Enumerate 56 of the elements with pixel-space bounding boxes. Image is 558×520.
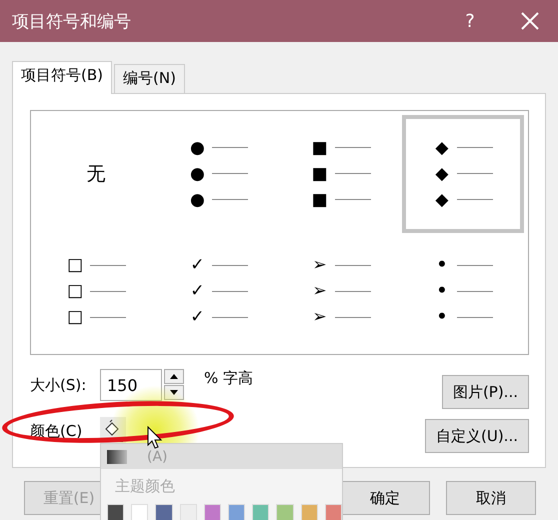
color-swatch[interactable] <box>252 504 270 520</box>
dialog-button[interactable]: 取消 <box>446 481 536 515</box>
size-label: 大小(S): <box>30 376 88 394</box>
tab[interactable]: 编号(N) <box>114 64 185 93</box>
tab[interactable]: 项目符号(B) <box>12 61 112 94</box>
bullet-symbol: ✓ <box>189 281 206 302</box>
color-swatch[interactable] <box>204 504 222 520</box>
bullet-option[interactable]: ■ ■ ■ <box>280 115 402 232</box>
bullet-option[interactable]: ➢ ➢ ➢ <box>280 232 402 350</box>
bullet-symbol: ● <box>188 138 206 158</box>
bullet-option[interactable]: ● ● ● <box>157 115 280 232</box>
side-button[interactable]: 自定义(U)... <box>425 419 529 453</box>
color-swatch[interactable] <box>300 504 318 520</box>
window-title: 项目符号和编号 <box>12 10 132 32</box>
bullet-symbol: ● <box>188 164 206 184</box>
up-icon <box>170 374 178 379</box>
bullet-symbol: ◆ <box>434 138 450 158</box>
bullet-symbol: • <box>435 307 448 328</box>
bullet-symbol: ➢ <box>312 307 328 328</box>
bullet-symbol: □ <box>66 307 84 328</box>
bullet-symbol: ➢ <box>312 255 328 276</box>
side-button[interactable]: 图片(P)... <box>442 375 529 409</box>
bullet-option[interactable]: • • • <box>402 232 524 350</box>
close-icon[interactable] <box>520 11 540 31</box>
bullet-symbol: • <box>435 255 448 276</box>
bullet-option[interactable]: □ □ □ <box>35 232 158 350</box>
color-swatch[interactable] <box>276 504 294 520</box>
color-swatch[interactable] <box>228 504 246 520</box>
color-swatch[interactable] <box>324 504 342 520</box>
bullet-symbol: ● <box>188 190 206 210</box>
bullet-symbol: ✓ <box>189 307 206 328</box>
bullet-symbol: ✓ <box>189 255 206 276</box>
bullet-symbol: ■ <box>310 138 329 158</box>
color-swatch[interactable] <box>155 504 173 520</box>
bullet-symbol: ◆ <box>434 190 450 210</box>
bullet-symbol: ■ <box>310 190 329 210</box>
theme-colors-heading: 主题颜色 <box>114 476 176 496</box>
dialog-button[interactable]: 确定 <box>340 481 430 515</box>
bullet-symbol: ➢ <box>312 281 328 302</box>
color-swatch[interactable] <box>107 504 124 520</box>
bullet-symbol: □ <box>66 255 84 276</box>
spin-up-button[interactable] <box>164 369 184 384</box>
bullet-symbol: ◆ <box>434 164 450 184</box>
bullet-option[interactable]: ◆ ◆ ◆ <box>402 115 524 232</box>
none-label: 无 <box>86 162 106 187</box>
bullet-option[interactable]: 无 <box>35 115 158 232</box>
help-button[interactable]: ? <box>450 10 490 32</box>
bullet-symbol: • <box>435 281 448 302</box>
spin-down-button[interactable] <box>164 385 184 400</box>
down-icon <box>170 390 178 395</box>
bullet-option[interactable]: ✓ ✓ ✓ <box>157 232 280 350</box>
size-field[interactable]: 150 <box>100 369 162 401</box>
color-swatch[interactable] <box>131 504 148 520</box>
unit-label: % 字高 <box>204 369 254 388</box>
bullet-symbol: □ <box>66 281 84 302</box>
bullet-symbol: ■ <box>310 164 329 184</box>
